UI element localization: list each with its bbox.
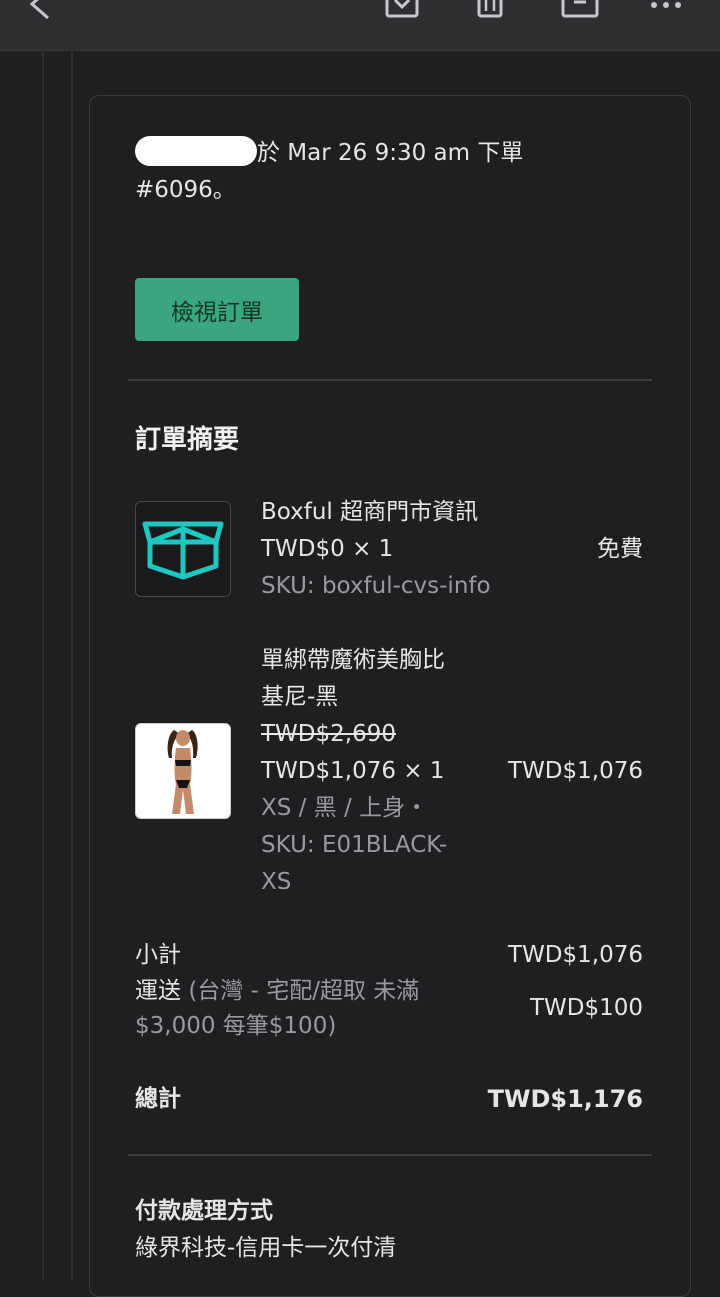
trash-icon[interactable] (474, 0, 506, 20)
shipping-detail-line2: $3,000 每筆$100) (135, 1013, 337, 1039)
more-options-icon[interactable] (648, 0, 684, 14)
item-name-line1: 單綁帶魔術美胸比 (261, 647, 445, 673)
back-arrow-icon[interactable] (22, 0, 56, 24)
bikini-model-image (167, 730, 198, 814)
shipping-detail: (台灣 - 宅配/超取 未滿 (188, 978, 420, 1004)
item-total: TWD$1,076 (508, 758, 643, 784)
download-icon[interactable] (384, 0, 420, 20)
item-variant: XS / 黑 / 上身・ (261, 795, 429, 821)
shipping-line1: 運送 (台灣 - 宅配/超取 未滿 (135, 973, 419, 1010)
total-label: 總計 (135, 1086, 181, 1112)
divider (128, 379, 652, 381)
total-value: TWD$1,176 (487, 1085, 643, 1113)
item-qty-price: TWD$1,076 × 1 (261, 758, 445, 784)
product-image (135, 723, 231, 819)
order-date-text: 於 Mar 26 9:30 am 下單 (257, 140, 524, 166)
shipping-label: 運送 (135, 978, 181, 1004)
item-name-line2: 基尼-黑 (261, 684, 339, 710)
order-summary-title: 訂單摘要 (135, 425, 240, 455)
view-order-button[interactable]: 檢視訂單 (135, 278, 299, 341)
box-icon (142, 521, 224, 580)
item-name: Boxful 超商門市資訊 (261, 499, 479, 525)
thread-indent-line (42, 50, 44, 1280)
order-number: #6096。 (135, 177, 236, 203)
item-original-price: TWD$2,690 (261, 721, 396, 747)
thread-indent-line (71, 50, 73, 1280)
item-total: 免費 (597, 536, 643, 562)
payment-method: 綠界科技-信用卡一次付清 (135, 1235, 397, 1261)
item-qty-price: TWD$0 × 1 (261, 536, 394, 562)
order-intro: 於 Mar 26 9:30 am 下單 #6096。 (135, 135, 575, 209)
subtotal-label: 小計 (135, 942, 181, 968)
item-sku-line2: XS (261, 869, 292, 895)
product-thumbnail (135, 501, 231, 597)
redacted-customer-name (135, 136, 257, 166)
payment-title: 付款處理方式 (135, 1198, 273, 1224)
divider (128, 1154, 652, 1156)
app-toolbar (0, 0, 720, 51)
item-sku: SKU: boxful-cvs-info (261, 573, 491, 599)
move-to-folder-icon[interactable] (560, 0, 600, 20)
item-sku-line1: SKU: E01BLACK- (261, 832, 448, 858)
subtotal-value: TWD$1,076 (508, 942, 643, 968)
shipping-value: TWD$100 (529, 995, 643, 1021)
